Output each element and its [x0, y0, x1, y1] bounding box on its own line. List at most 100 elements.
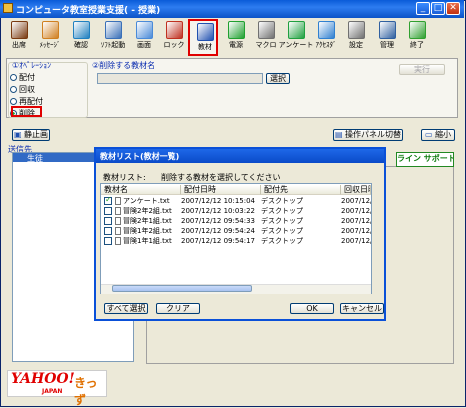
run-button[interactable]: 実行 [399, 64, 445, 75]
toolbar-button-power[interactable]: 電源 [221, 19, 251, 56]
cell-name: 冒険2年1組.txt [123, 217, 172, 225]
table-row[interactable]: 冒険1年1組.txt 2007/12/12 09:54:17 デスクトップ 2007/… [101, 236, 371, 246]
still-image-button[interactable]: ▣ 静止画 [12, 129, 50, 141]
cell-dest: デスクトップ [261, 207, 303, 215]
cell-dest: デスクトップ [261, 237, 303, 245]
radio-dot[interactable] [10, 98, 17, 105]
still-image-icon: ▣ [13, 130, 22, 139]
cell-date: 2007/12/12 10:03:22 [181, 207, 256, 215]
panel-switch-button[interactable]: ▤ 操作パネル切替 [333, 129, 403, 141]
table-row[interactable]: アンケート.txt 2007/12/12 10:15:04 デスクトップ 2007/1… [101, 195, 371, 206]
radio-option[interactable]: 配付 [10, 72, 35, 83]
cell-collect: 2007/12/12 09: [341, 237, 371, 245]
admin-icon [379, 21, 396, 39]
cell-date: 2007/12/12 09:54:24 [181, 227, 256, 235]
row-checkbox[interactable] [104, 207, 112, 215]
material-list-label: 教材リスト: [103, 173, 146, 182]
maximize-button[interactable]: □ [431, 2, 445, 15]
cell-collect: 2007/12/12 09: [341, 227, 371, 235]
title-bar[interactable]: コンピュータ教室授業支援( - 授業) _ □ ✕ [0, 0, 464, 18]
radio-label: 回収 [19, 85, 35, 94]
table-row[interactable]: 冒険2年2組.txt 2007/12/12 10:03:22 デスクトップ 2007/… [101, 206, 371, 216]
still-image-label: 静止画 [24, 130, 49, 139]
cell-dest: デスクトップ [261, 227, 303, 235]
shrink-icon: ▭ [424, 130, 433, 139]
toolbar-button-macro[interactable]: マクロ [251, 19, 281, 56]
clear-button[interactable]: クリア [156, 303, 200, 314]
toolbar-button-exit[interactable]: 終了 [402, 19, 432, 56]
radio-option[interactable]: 回収 [10, 84, 35, 95]
cell-name: 冒険1年2組.txt [123, 227, 172, 235]
toolbar-button-message[interactable]: ﾒｯｾｰｼﾞ [35, 19, 65, 56]
minimize-button[interactable]: _ [416, 2, 430, 15]
window-title: コンピュータ教室授業支援( - 授業) [16, 6, 161, 16]
support-banner[interactable]: ライン サポート [396, 152, 454, 167]
shrink-label: 縮小 [435, 130, 452, 139]
select-all-button[interactable]: すべて選択 [104, 303, 148, 314]
dialog-message: 削除する教材を選択してください [161, 173, 281, 182]
panel-switch-label: 操作パネル切替 [345, 130, 402, 139]
toolbar-button-lock[interactable]: ロック [159, 19, 189, 56]
row-checkbox[interactable] [104, 227, 112, 235]
ok-button[interactable]: OK [290, 303, 334, 314]
panel-icon: ▤ [334, 130, 343, 139]
toolbar-button-screen[interactable]: 画面 [129, 19, 159, 56]
message-icon [42, 21, 59, 39]
row-checkbox[interactable] [104, 237, 112, 245]
exit-icon [409, 21, 426, 39]
toolbar: 出席 ﾒｯｾｰｼﾞ 確認 ｿﾌﾄ起動 画面 ロック 教材 電源 マクロ アンケート ｱｸｾｽﾀﾞ 設定… [2, 19, 462, 57]
material-name-title: ②削除する教材名 [92, 61, 156, 70]
macro-icon [258, 21, 275, 39]
toolbar-button-material[interactable]: 教材 [188, 19, 218, 56]
column-header-date[interactable]: 配付日時 [181, 185, 261, 195]
text-file-icon [115, 227, 121, 235]
scrollbar-thumb[interactable] [112, 285, 252, 292]
operation-group-title: ①ｵﾍﾟﾚｰｼｮﾝ [12, 61, 52, 70]
toolbar-button-admin[interactable]: 管理 [372, 19, 402, 56]
row-checkbox[interactable] [104, 217, 112, 225]
table-row[interactable]: 冒険1年2組.txt 2007/12/12 09:54:24 デスクトップ 2007/… [101, 226, 371, 236]
toolbar-button-access[interactable]: ｱｸｾｽﾀﾞ [311, 19, 341, 56]
software-icon [105, 21, 122, 39]
power-icon [228, 21, 245, 39]
yahoo-kids-logo[interactable]: YAHOO! JAPAN きっず [7, 370, 107, 407]
material-icon [197, 23, 214, 41]
cell-collect: 2007/12/12 09: [341, 207, 371, 215]
toolbar-button-label: 終了 [410, 41, 424, 49]
toolbar-button-magnifier[interactable]: 確認 [66, 19, 96, 56]
cell-dest: デスクトップ [261, 217, 303, 225]
table-row[interactable]: 冒険2年1組.txt 2007/12/12 09:54:33 デスクトップ 2007/… [101, 216, 371, 226]
screen-icon [136, 21, 153, 39]
toolbar-button-survey[interactable]: アンケート [279, 19, 313, 56]
cell-name: 冒険1年1組.txt [123, 237, 172, 245]
cell-date: 2007/12/12 09:54:33 [181, 217, 256, 225]
radio-dot[interactable] [10, 74, 17, 81]
japan-logo-text: JAPAN [42, 388, 63, 395]
magnifier-icon [73, 21, 90, 39]
text-file-icon [115, 197, 121, 205]
column-header-collect[interactable]: 回収日時 [341, 185, 371, 195]
cancel-button[interactable]: キャンセル [340, 303, 384, 314]
kids-logo-text: きっず [74, 376, 98, 407]
column-header-name[interactable]: 教材名 [101, 185, 181, 195]
column-header-destination[interactable]: 配付先 [261, 185, 341, 195]
cell-date: 2007/12/12 09:54:17 [181, 237, 256, 245]
settings-icon [348, 21, 365, 39]
dialog-title: 教材リスト(教材一覧) [100, 152, 180, 161]
dialog-title-bar[interactable]: 教材リスト(教材一覧) [96, 149, 384, 163]
text-file-icon [115, 207, 121, 215]
send-list-header-label: 生徒 [27, 154, 43, 163]
access-icon [318, 21, 335, 39]
cell-dest: デスクトップ [261, 197, 303, 205]
book-icon [11, 21, 28, 39]
toolbar-button-settings[interactable]: 設定 [341, 19, 371, 56]
material-name-field[interactable] [97, 73, 263, 84]
select-button[interactable]: 選択 [266, 73, 290, 84]
radio-dot[interactable] [10, 86, 17, 93]
row-checkbox[interactable] [104, 195, 112, 205]
shrink-button[interactable]: ▭ 縮小 [421, 129, 455, 141]
close-button[interactable]: ✕ [446, 2, 460, 15]
toolbar-button-book[interactable]: 出席 [4, 19, 34, 56]
radio-label: 再配付 [19, 97, 43, 106]
toolbar-button-software[interactable]: ｿﾌﾄ起動 [98, 19, 128, 56]
